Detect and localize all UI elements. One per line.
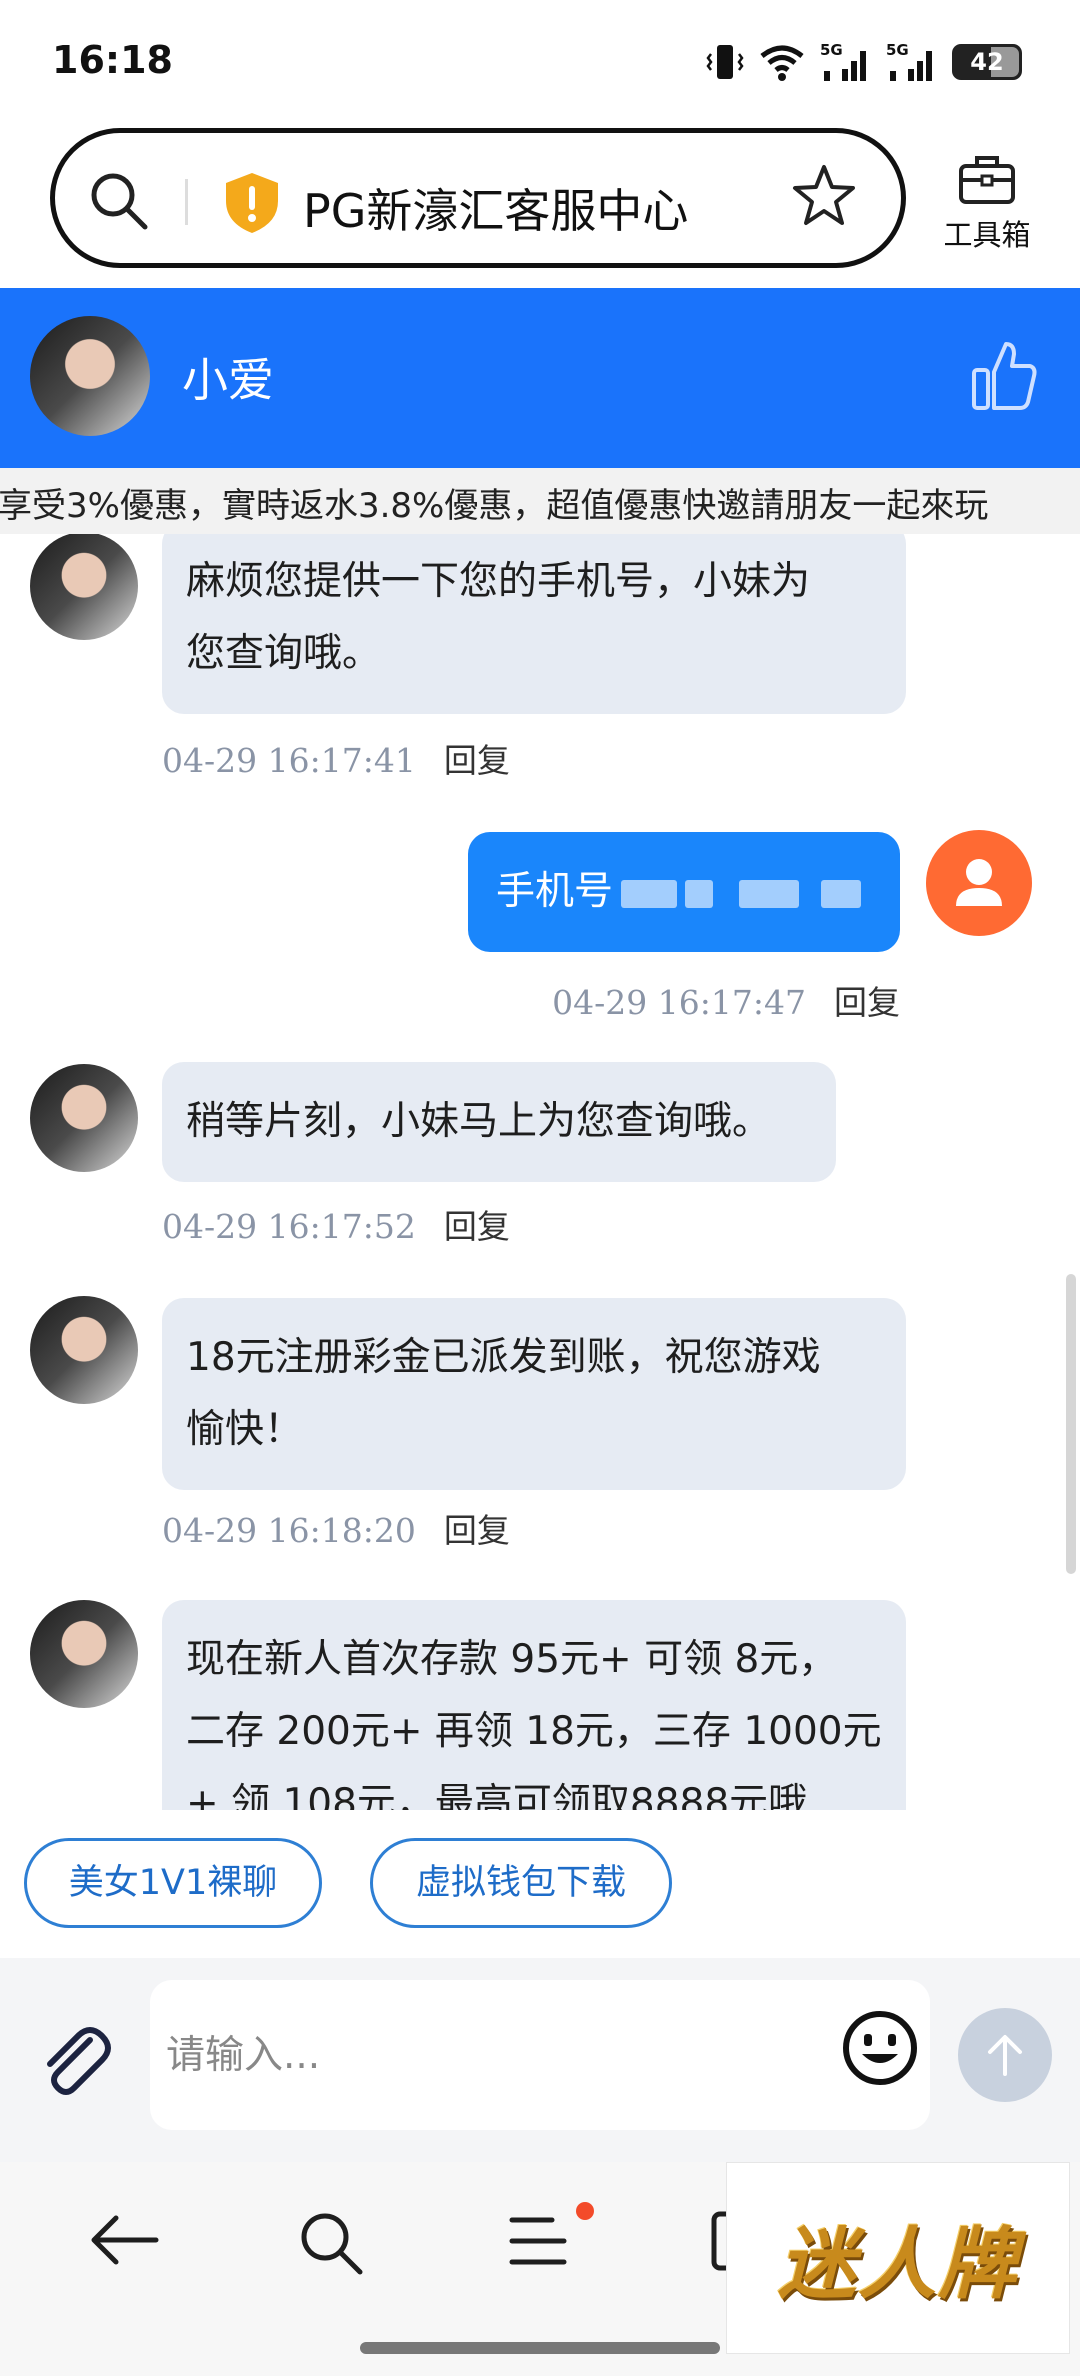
chat-messages[interactable]: 麻烦您提供一下您的手机号，小妹为 您查询哦。 04-29 16:17:41 回复 …: [0, 534, 1080, 1810]
toolbox-label: 工具箱: [943, 218, 1031, 252]
message-bubble[interactable]: 现在新人首次存款 95元+ 可领 8元， 二存 200元+ 再领 18元，三存 …: [162, 1600, 906, 1810]
agent-avatar-small: [30, 1064, 138, 1172]
message-time: 04-29 16:17:47: [552, 983, 806, 1022]
menu-icon: [509, 2217, 567, 2265]
chat-scrollbar[interactable]: [1066, 1274, 1076, 1574]
emoji-icon[interactable]: [840, 2008, 920, 2088]
message-meta: 04-29 16:17:47 回复: [552, 976, 900, 1024]
brand-watermark: 迷人牌: [726, 2162, 1070, 2354]
quick-reply-button[interactable]: 虚拟钱包下载: [370, 1838, 672, 1928]
message-bubble-outgoing[interactable]: 手机号: [468, 832, 900, 952]
nav-search[interactable]: [296, 2208, 366, 2282]
star-icon[interactable]: [791, 163, 857, 229]
attachment-icon[interactable]: [32, 2018, 116, 2102]
user-icon: [956, 859, 1002, 906]
message-meta: 04-29 16:18:20 回复: [162, 1504, 510, 1552]
back-arrow-icon: [91, 2215, 159, 2265]
toolbox-icon: [959, 156, 1015, 204]
message-line: 您查询哦。: [186, 631, 382, 676]
message-bubble[interactable]: 稍等片刻，小妹马上为您查询哦。: [162, 1062, 836, 1182]
agent-avatar-small: [30, 1296, 138, 1404]
status-time: 16:18: [52, 38, 173, 82]
url-title[interactable]: PG新濠汇客服中心: [303, 175, 688, 241]
svg-text:5G: 5G: [886, 41, 909, 59]
message-line: + 领 108元，最高可领取8888元哦: [186, 1781, 808, 1810]
message-bubble[interactable]: 18元注册彩金已派发到账，祝您游戏 愉快！: [162, 1298, 906, 1490]
battery-icon: 42: [952, 44, 1022, 80]
message-time: 04-29 16:18:20: [162, 1511, 416, 1550]
message-line: 麻烦您提供一下您的手机号，小妹为: [186, 559, 811, 604]
reply-button[interactable]: 回复: [444, 1511, 510, 1550]
message-line: 18元注册彩金已派发到账，祝您游戏: [186, 1335, 821, 1380]
reply-button[interactable]: 回复: [444, 1207, 510, 1246]
signal-icon: 5G: [820, 41, 866, 81]
arrow-up-icon: [988, 2035, 1022, 2076]
message-line: 稍等片刻，小妹马上为您查询哦。: [186, 1099, 772, 1144]
thumbs-up-icon[interactable]: [970, 338, 1040, 414]
svg-text:5G: 5G: [820, 41, 843, 59]
shield-icon: [226, 173, 278, 233]
message-input-bar: [0, 1958, 1080, 2162]
user-avatar[interactable]: [926, 830, 1032, 936]
wifi-icon: [760, 45, 804, 81]
message-time: 04-29 16:17:52: [162, 1207, 416, 1246]
message-time: 04-29 16:17:41: [162, 741, 416, 780]
chat-header: 小爱: [0, 288, 1080, 468]
status-bar: 16:18 5G 5G 42: [0, 0, 1080, 120]
url-bar[interactable]: PG新濠汇客服中心: [50, 128, 906, 268]
brand-text: 迷人牌: [777, 2219, 1018, 2310]
announcement-text: 享受3%優惠，實時返水3.8%優惠，超值優惠快邀請朋友一起來玩: [0, 486, 989, 526]
message-line: 二存 200元+ 再领 18元，三存 1000元: [186, 1709, 882, 1754]
toolbox-button[interactable]: 工具箱: [932, 154, 1042, 254]
redacted-block: [821, 879, 862, 908]
reply-button[interactable]: 回复: [444, 741, 510, 780]
message-meta: 04-29 16:17:52 回复: [162, 1200, 510, 1248]
redacted-block: [621, 879, 678, 908]
announcement-marquee: 享受3%優惠，實時返水3.8%優惠，超值優惠快邀請朋友一起來玩: [0, 468, 1080, 534]
quick-reply-bar: 美女1V1裸聊 虚拟钱包下载: [0, 1810, 1080, 1958]
agent-avatar[interactable]: [30, 316, 150, 436]
message-line: 愉快！: [186, 1407, 304, 1452]
redacted-block: [685, 879, 714, 908]
message-input[interactable]: [150, 1980, 930, 2130]
message-bubble[interactable]: 麻烦您提供一下您的手机号，小妹为 您查询哦。: [162, 534, 906, 714]
reply-button[interactable]: 回复: [834, 983, 900, 1022]
nav-menu[interactable]: [506, 2202, 594, 2278]
agent-avatar-small: [30, 534, 138, 640]
notification-dot: [576, 2202, 594, 2220]
browser-bar: PG新濠汇客服中心 工具箱: [0, 120, 1080, 288]
vibrate-icon: [706, 45, 744, 79]
send-button[interactable]: [958, 2008, 1052, 2102]
agent-name: 小爱: [182, 353, 274, 407]
message-meta: 04-29 16:17:41 回复: [162, 734, 510, 782]
message-text: 手机号: [496, 869, 614, 914]
url-divider: [185, 179, 188, 225]
battery-level: 42: [970, 48, 1004, 76]
search-icon: [301, 2213, 363, 2275]
home-indicator[interactable]: [360, 2342, 720, 2354]
nav-back[interactable]: [86, 2208, 162, 2276]
message-line: 现在新人首次存款 95元+ 可领 8元，: [186, 1637, 838, 1682]
redacted-block: [739, 879, 800, 908]
quick-reply-button[interactable]: 美女1V1裸聊: [24, 1838, 322, 1928]
agent-avatar-small: [30, 1600, 138, 1708]
search-icon[interactable]: [87, 169, 151, 233]
status-icons: 5G 5G 42: [706, 40, 1022, 84]
signal-icon-2: 5G: [886, 41, 932, 81]
